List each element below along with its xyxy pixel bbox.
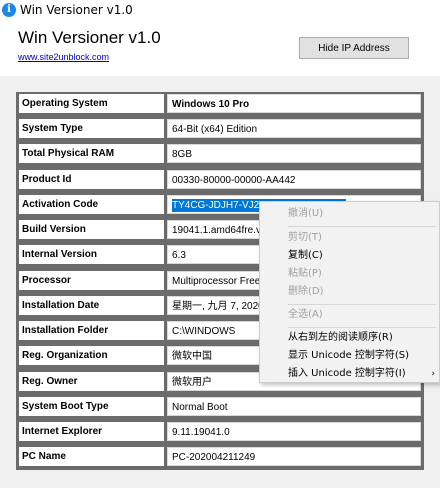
row-product-id: Product Id 00330-80000-00000-AA442 xyxy=(16,168,424,191)
menu-separator xyxy=(288,226,436,227)
row-system-boot-type: System Boot Type Normal Boot xyxy=(16,395,424,418)
context-menu: 撤消(U) 剪切(T) 复制(C) 粘贴(P) 删除(D) 全选(A) 从右到左… xyxy=(259,201,440,383)
menu-item-paste[interactable]: 粘贴(P) xyxy=(260,265,439,283)
app-name-heading: Win Versioner v1.0 xyxy=(18,28,161,47)
value-pc-name[interactable]: PC-202004211249 xyxy=(167,447,421,466)
row-system-type: System Type 64-Bit (x64) Edition xyxy=(16,117,424,140)
label-reg-organization: Reg. Organization xyxy=(19,346,164,365)
row-internet-explorer: Internet Explorer 9.11.19041.0 xyxy=(16,420,424,443)
row-operating-system: Operating System Windows 10 Pro xyxy=(16,92,424,115)
menu-item-select-all[interactable]: 全选(A) xyxy=(260,306,439,324)
value-internet-explorer[interactable]: 9.11.19041.0 xyxy=(167,422,421,441)
label-system-type: System Type xyxy=(19,119,164,138)
menu-item-undo[interactable]: 撤消(U) xyxy=(260,205,439,223)
website-link[interactable]: www.site2unblock.com xyxy=(18,52,109,62)
label-activation-code: Activation Code xyxy=(19,195,164,214)
value-system-boot-type[interactable]: Normal Boot xyxy=(167,397,421,416)
menu-item-insert-unicode[interactable]: 插入 Unicode 控制字符(I) › xyxy=(260,365,439,383)
label-internal-version: Internal Version xyxy=(19,245,164,264)
label-installation-date: Installation Date xyxy=(19,296,164,315)
label-system-boot-type: System Boot Type xyxy=(19,397,164,416)
menu-separator xyxy=(288,304,436,305)
value-system-type[interactable]: 64-Bit (x64) Edition xyxy=(167,119,421,138)
info-icon: i xyxy=(2,3,16,17)
label-total-ram: Total Physical RAM xyxy=(19,144,164,163)
label-build-version: Build Version xyxy=(19,220,164,239)
menu-item-show-unicode[interactable]: 显示 Unicode 控制字符(S) xyxy=(260,347,439,365)
menu-item-rtl-reading[interactable]: 从右到左的阅读顺序(R) xyxy=(260,329,439,347)
app-header: Win Versioner v1.0 www.site2unblock.com … xyxy=(0,20,440,76)
label-product-id: Product Id xyxy=(19,170,164,189)
chevron-right-icon: › xyxy=(431,369,435,379)
menu-separator xyxy=(288,327,436,328)
label-operating-system: Operating System xyxy=(19,94,164,113)
menu-item-cut[interactable]: 剪切(T) xyxy=(260,229,439,247)
label-pc-name: PC Name xyxy=(19,447,164,466)
label-installation-folder: Installation Folder xyxy=(19,321,164,340)
menu-item-copy[interactable]: 复制(C) xyxy=(260,247,439,265)
window-title: Win Versioner v1.0 xyxy=(20,3,133,17)
label-processor: Processor xyxy=(19,271,164,290)
menu-item-insert-unicode-label: 插入 Unicode 控制字符(I) xyxy=(288,368,406,379)
row-total-ram: Total Physical RAM 8GB xyxy=(16,142,424,165)
row-pc-name: PC Name PC-202004211249 xyxy=(16,445,424,468)
hide-ip-button[interactable]: Hide IP Address xyxy=(299,37,409,59)
value-operating-system[interactable]: Windows 10 Pro xyxy=(167,94,421,113)
label-internet-explorer: Internet Explorer xyxy=(19,422,164,441)
menu-item-delete[interactable]: 删除(D) xyxy=(260,283,439,301)
label-reg-owner: Reg. Owner xyxy=(19,372,164,391)
title-bar: i Win Versioner v1.0 xyxy=(0,0,440,20)
value-total-ram[interactable]: 8GB xyxy=(167,144,421,163)
value-product-id[interactable]: 00330-80000-00000-AA442 xyxy=(167,170,421,189)
